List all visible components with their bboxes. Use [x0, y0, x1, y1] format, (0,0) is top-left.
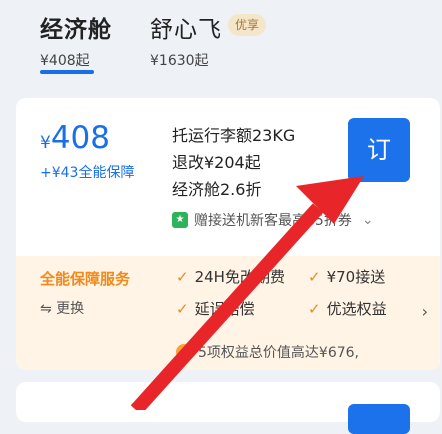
- arrow-annotation-icon: [130, 176, 364, 410]
